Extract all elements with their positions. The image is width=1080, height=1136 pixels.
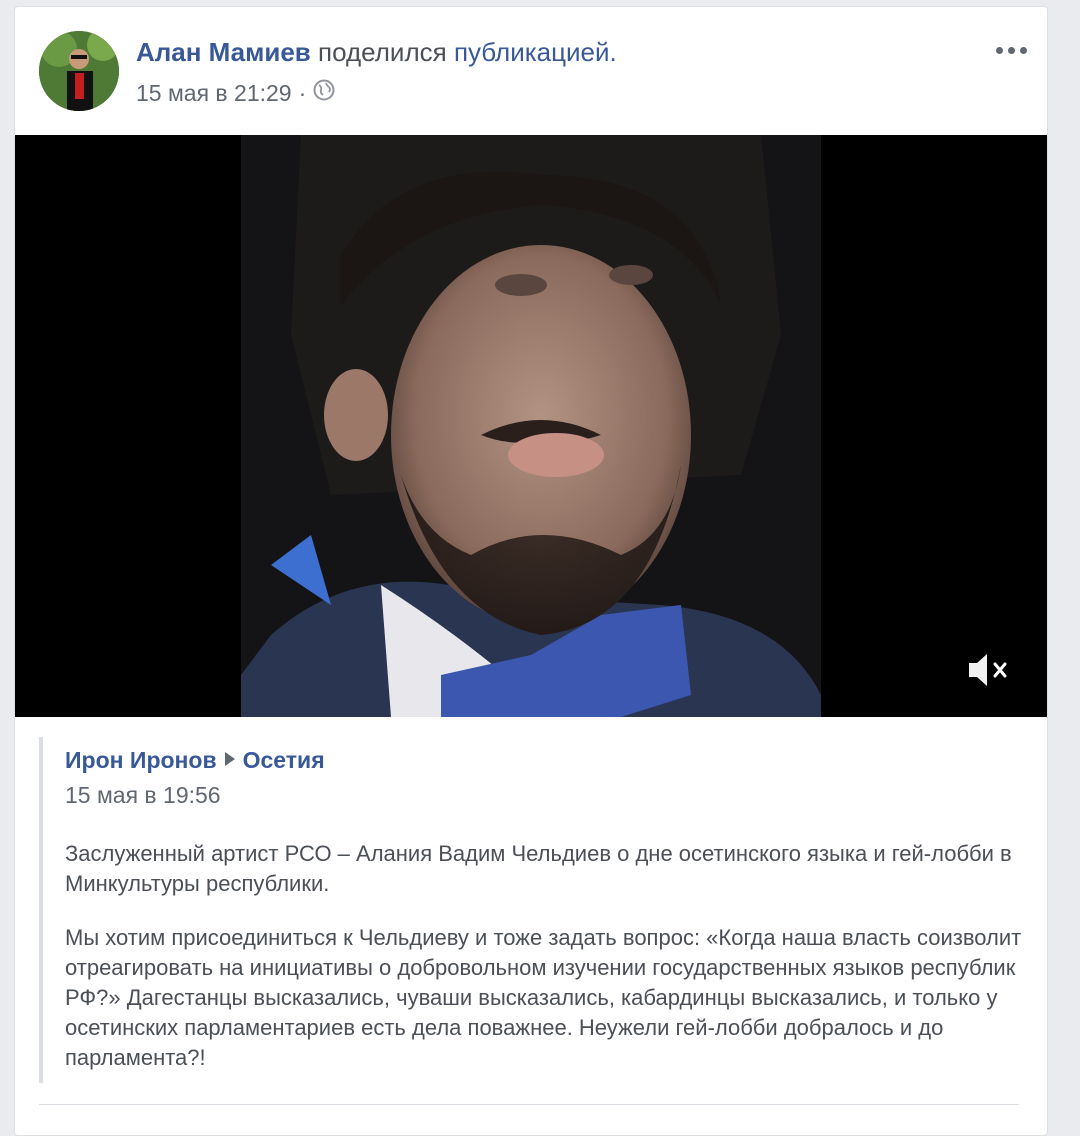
more-options-icon[interactable] bbox=[991, 35, 1031, 65]
shared-action-text: поделился bbox=[318, 37, 447, 67]
video-player[interactable] bbox=[15, 135, 1047, 717]
avatar[interactable] bbox=[39, 31, 119, 111]
triangle-right-icon bbox=[223, 747, 237, 774]
post-meta: 15 мая в 21:29 · bbox=[136, 79, 335, 107]
video-frame bbox=[241, 135, 821, 717]
post-card: Алан Мамиев поделился публикацией. 15 ма… bbox=[14, 6, 1048, 1136]
shared-post-link[interactable]: публикацией. bbox=[454, 37, 617, 67]
shared-post-header: Ирон Иронов Осетия bbox=[65, 747, 1019, 774]
shared-post-paragraph: Заслуженный артист РСО – Алания Вадим Че… bbox=[65, 841, 1012, 896]
shared-post: Ирон Иронов Осетия 15 мая в 19:56 Заслуж… bbox=[39, 737, 1021, 1083]
shared-author-link[interactable]: Ирон Иронов bbox=[65, 747, 217, 774]
shared-post-paragraph: Мы хотим присоединиться к Чельдиеву и то… bbox=[65, 925, 1022, 1070]
divider bbox=[39, 1104, 1019, 1105]
muted-speaker-icon[interactable] bbox=[965, 650, 1015, 690]
shared-group-link[interactable]: Осетия bbox=[243, 747, 325, 774]
shared-post-timestamp[interactable]: 15 мая в 19:56 bbox=[65, 782, 1019, 809]
post-header: Алан Мамиев поделился публикацией. bbox=[136, 37, 617, 68]
globe-icon[interactable] bbox=[313, 79, 335, 107]
author-link[interactable]: Алан Мамиев bbox=[136, 37, 311, 67]
post-timestamp[interactable]: 15 мая в 21:29 bbox=[136, 80, 292, 107]
meta-separator: · bbox=[298, 79, 307, 106]
